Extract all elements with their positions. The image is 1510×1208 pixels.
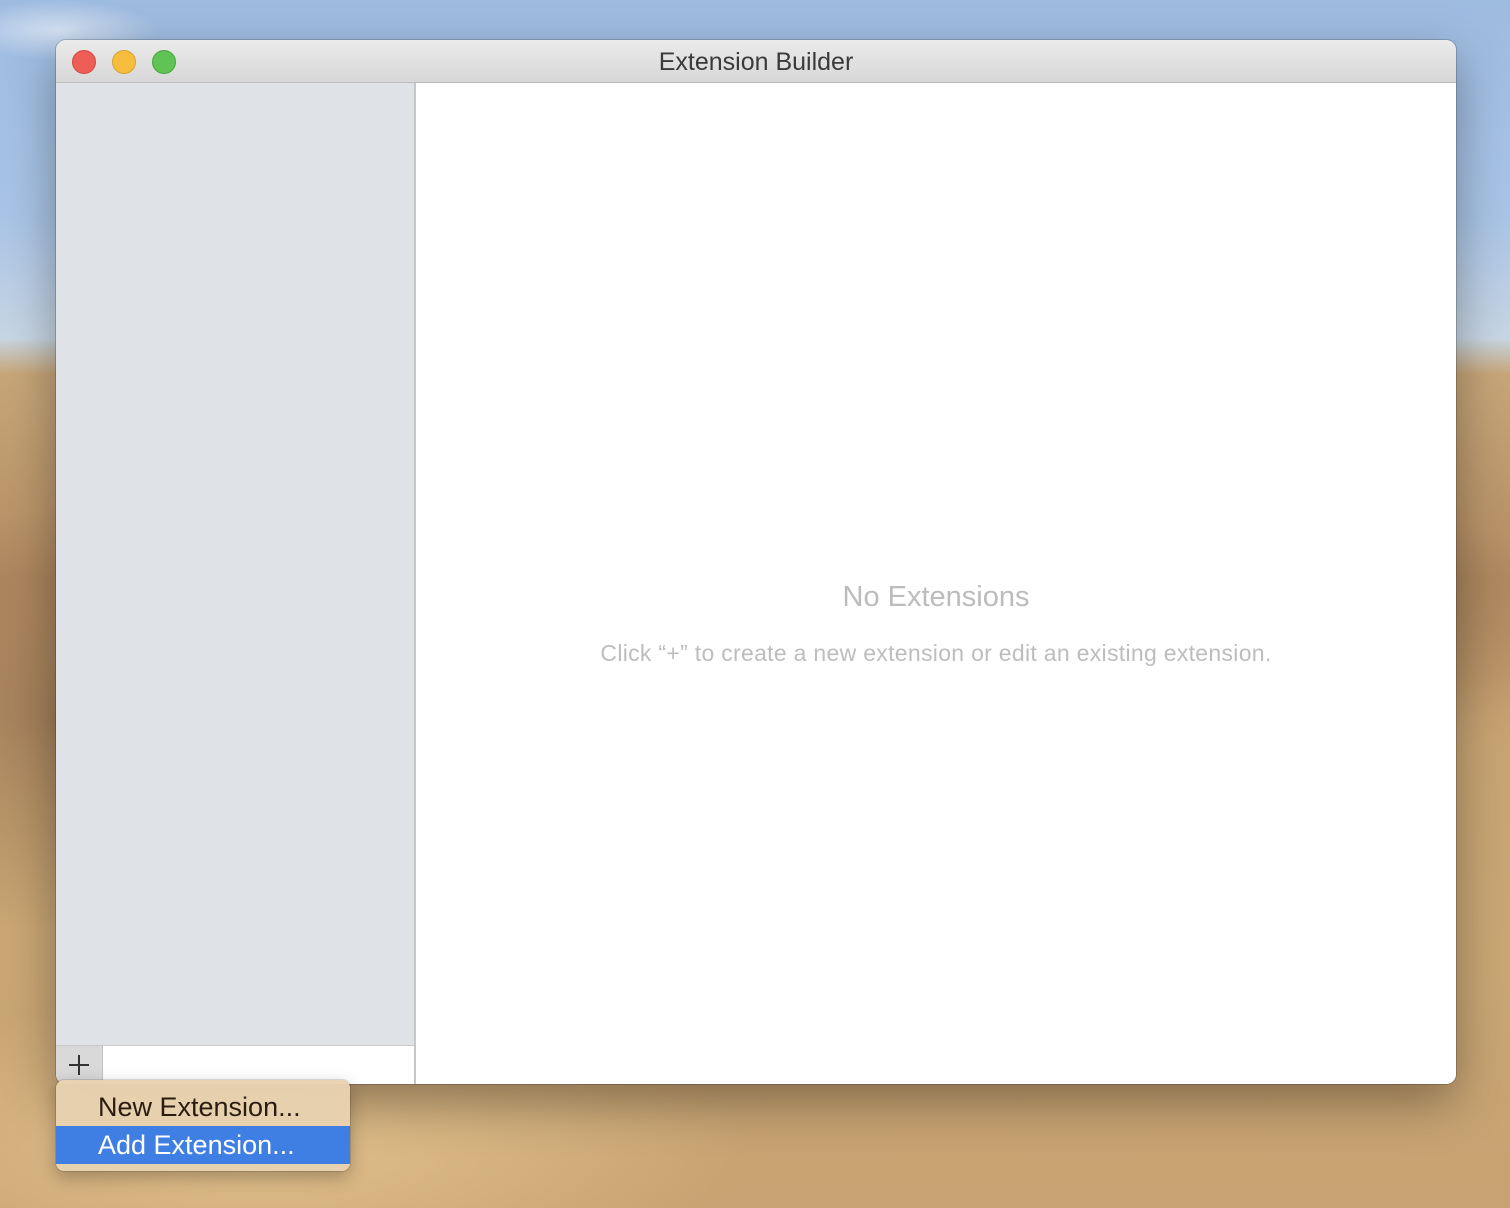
add-extension-button[interactable] — [56, 1046, 103, 1084]
menu-item-new-extension[interactable]: New Extension... — [56, 1088, 350, 1126]
extension-builder-window: Extension Builder No Extensions Click “+… — [56, 40, 1456, 1084]
add-extension-menu: New Extension... Add Extension... — [56, 1080, 350, 1171]
window-title: Extension Builder — [658, 48, 854, 76]
sidebar — [56, 83, 416, 1084]
empty-state-subtitle: Click “+” to create a new extension or e… — [600, 640, 1272, 666]
main-content: No Extensions Click “+” to create a new … — [416, 83, 1456, 1084]
sidebar-footer — [56, 1045, 414, 1084]
empty-state-title: No Extensions — [842, 581, 1030, 613]
title-bar[interactable]: Extension Builder — [56, 40, 1456, 83]
menu-item-add-extension[interactable]: Add Extension... — [56, 1126, 350, 1164]
plus-icon — [69, 1055, 89, 1075]
